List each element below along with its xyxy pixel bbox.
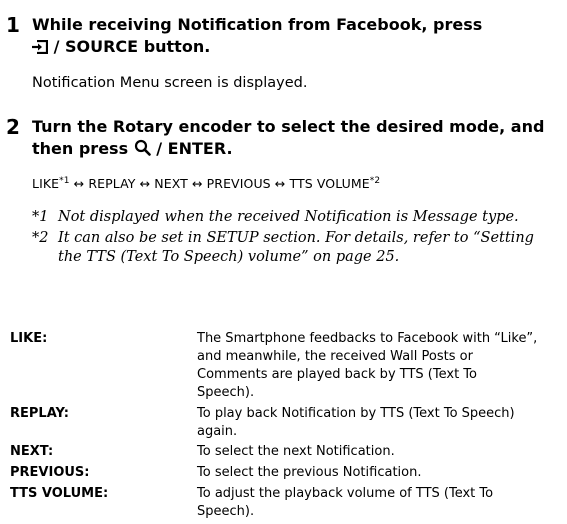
heading-text: then press [32,139,134,158]
footnote-1: *1 Not displayed when the received Notifi… [32,208,519,227]
source-input-icon [32,38,49,60]
definition-term: REPLAY: [10,406,70,421]
definition-text: To select the previous Notification. [197,464,562,482]
mode-tts-volume: TTS VOLUME [289,176,370,191]
definition-term: TTS VOLUME: [10,486,109,501]
mode-arrow: ↔ [69,176,89,191]
definition-line: again. [197,424,238,439]
footnote-2: *2 It can also be set in SETUP section. F… [32,229,534,267]
definition-text: To play back Notification by TTS (Text T… [197,405,562,441]
definition-term: LIKE: [10,331,48,346]
heading-text: to select the desired mode, and [251,117,545,136]
step-heading-line: / SOURCE button. [32,36,567,60]
definition-line: The Smartphone feedbacks to Facebook wit… [197,331,538,346]
step-heading-line: then press / ENTER. [32,138,567,162]
manual-page: 1 While receiving Notification from Face… [0,0,567,524]
enter-button-label: / ENTER. [156,139,233,158]
mode-replay: REPLAY [88,176,136,191]
mode-sequence: LIKE*1 ↔ REPLAY ↔ NEXT ↔ PREVIOUS ↔ TTS … [32,176,380,192]
magnifier-icon [134,139,151,162]
heading-text: Turn the [32,117,113,136]
footnote-ref: *1 [59,175,70,186]
definition-line: To select the next Notification. [197,444,395,459]
definition-line: To play back Notification by TTS (Text T… [197,406,515,421]
definition-term: PREVIOUS: [10,465,90,480]
mode-arrow: ↔ [135,176,155,191]
step-2: 2 Turn the Rotary encoder to select the … [0,116,567,326]
step-heading: Turn the Rotary encoder to select the de… [32,116,567,162]
footnote-text: It can also be set in SETUP section. For… [58,230,534,246]
footnote-text: the TTS (Text To Speech) volume” on page… [58,249,400,265]
definition-term: NEXT: [10,444,54,459]
definition-line: Comments are played back by TTS (Text To [197,367,477,382]
step-heading: While receiving Notification from Facebo… [32,14,567,60]
step-1: 1 While receiving Notification from Face… [0,14,567,94]
step-heading-line: Turn the Rotary encoder to select the de… [32,116,567,138]
definition-line: Speech). [197,504,255,519]
footnote-mark: *1 [32,209,49,225]
definition-line: and meanwhile, the received Wall Posts o… [197,349,473,364]
step-heading-line: While receiving Notification from Facebo… [32,15,483,34]
footnote-mark: *2 [32,230,49,246]
definition-line: Speech). [197,385,255,400]
mode-like: LIKE [32,176,60,191]
definition-text: To adjust the playback volume of TTS (Te… [197,485,562,521]
definition-line: To select the previous Notification. [197,465,422,480]
source-button-label: / SOURCE [53,37,139,56]
mode-next: NEXT [154,176,188,191]
step-number: 2 [6,115,20,139]
rotary-encoder-term: Rotary encoder [112,117,252,136]
mode-arrow: ↔ [187,176,207,191]
definition-line: To adjust the playback volume of TTS (Te… [197,486,494,501]
step-heading-suffix: button. [143,37,211,56]
definition-text: The Smartphone feedbacks to Facebook wit… [197,330,562,402]
step-description: Notification Menu screen is displayed. [32,75,308,91]
footnote-ref: *2 [369,175,381,186]
mode-previous: PREVIOUS [206,176,271,191]
step-number: 1 [6,13,20,37]
definition-text: To select the next Notification. [197,443,562,461]
mode-arrow: ↔ [270,176,290,191]
footnote-text: Not displayed when the received Notifica… [58,209,519,225]
